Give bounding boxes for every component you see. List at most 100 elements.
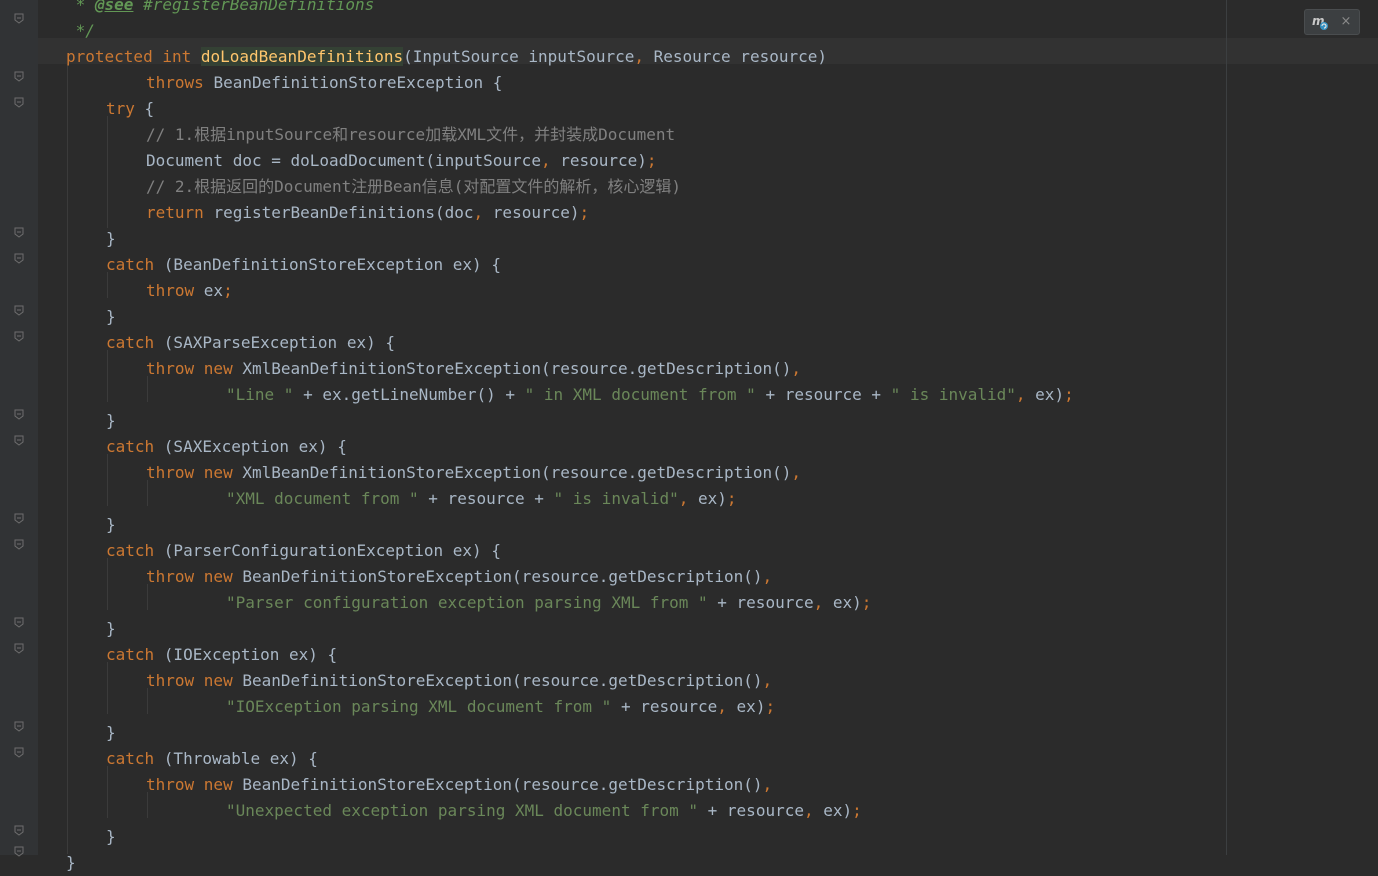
code-line[interactable]: catch (BeanDefinitionStoreException ex) …	[106, 252, 501, 278]
code-token: Document doc = doLoadDocument(inputSourc…	[146, 151, 541, 170]
code-line[interactable]: }	[66, 850, 76, 876]
code-token: catch	[106, 437, 164, 456]
code-token: resource)	[560, 151, 647, 170]
code-line[interactable]: catch (SAXException ex) {	[106, 434, 347, 460]
code-line[interactable]: try {	[106, 96, 154, 122]
maven-reload-icon[interactable]: m	[1311, 13, 1329, 31]
code-line[interactable]: return registerBeanDefinitions(doc, reso…	[146, 200, 589, 226]
fold-marker-icon[interactable]	[14, 71, 24, 82]
code-token: throw new	[146, 359, 243, 378]
fold-marker-icon[interactable]	[14, 747, 24, 758]
code-token: XmlBeanDefinitionStoreException(resource…	[242, 359, 792, 378]
code-token: (Throwable ex) {	[163, 749, 318, 768]
fold-marker-icon[interactable]	[14, 331, 24, 342]
code-line[interactable]: "Line " + ex.getLineNumber() + " in XML …	[226, 382, 1074, 408]
code-token: (ParserConfigurationException ex) {	[163, 541, 501, 560]
code-line[interactable]: * @see #registerBeanDefinitions	[66, 0, 375, 18]
code-token: throw new	[146, 567, 243, 586]
fold-marker-icon[interactable]	[14, 643, 24, 654]
code-token: resource)	[492, 203, 580, 222]
code-token: @see	[94, 0, 134, 14]
code-line[interactable]: }	[106, 408, 116, 434]
code-token: ex)	[823, 801, 853, 820]
code-line[interactable]: }	[106, 304, 116, 330]
code-line[interactable]: "Parser configuration exception parsing …	[226, 590, 871, 616]
code-token: ,	[678, 489, 699, 508]
code-token: ,	[762, 671, 773, 690]
fold-marker-icon[interactable]	[14, 305, 24, 316]
code-line[interactable]: Document doc = doLoadDocument(inputSourc…	[146, 148, 657, 174]
code-line[interactable]: throw ex;	[146, 278, 233, 304]
code-line[interactable]: }	[106, 512, 116, 538]
fold-marker-icon[interactable]	[14, 825, 24, 836]
code-token: throw new	[146, 775, 243, 794]
code-line[interactable]: // 2.根据返回的Document注册Bean信息(对配置文件的解析，核心逻辑…	[146, 174, 681, 200]
code-token: (IOException ex) {	[163, 645, 338, 664]
code-token: catch	[106, 333, 164, 352]
right-margin-guide	[1226, 0, 1227, 855]
code-line[interactable]: */	[66, 18, 95, 44]
code-line[interactable]: protected int doLoadBeanDefinitions(Inpu…	[66, 44, 827, 70]
code-line[interactable]: }	[106, 616, 116, 642]
code-line[interactable]: catch (Throwable ex) {	[106, 746, 318, 772]
code-line[interactable]: throw new BeanDefinitionStoreException(r…	[146, 772, 772, 798]
code-token: }	[106, 619, 116, 638]
code-line[interactable]: throw new BeanDefinitionStoreException(r…	[146, 564, 772, 590]
code-token: ,	[791, 359, 802, 378]
code-token: catch	[106, 645, 164, 664]
indent-guide	[107, 766, 108, 818]
code-token: "Parser configuration exception parsing …	[226, 593, 708, 612]
code-token: ,	[803, 801, 824, 820]
code-line[interactable]: catch (SAXParseException ex) {	[106, 330, 395, 356]
code-token: catch	[106, 749, 164, 768]
code-token: throw new	[146, 463, 243, 482]
code-token: doLoadBeanDefinitions	[200, 47, 404, 66]
code-line[interactable]: }	[106, 824, 116, 850]
code-line[interactable]: throw new XmlBeanDefinitionStoreExceptio…	[146, 460, 801, 486]
code-line[interactable]: "XML document from " + resource + " is i…	[226, 486, 737, 512]
code-line[interactable]: "IOException parsing XML document from "…	[226, 694, 775, 720]
code-token: ,	[762, 567, 773, 586]
code-line[interactable]: throw new BeanDefinitionStoreException(r…	[146, 668, 772, 694]
maven-reload-widget[interactable]: m ×	[1304, 9, 1360, 35]
code-line[interactable]: "Unexpected exception parsing XML docume…	[226, 798, 862, 824]
code-token: catch	[106, 255, 164, 274]
code-token: BeanDefinitionStoreException(resource.ge…	[242, 567, 763, 586]
fold-marker-icon[interactable]	[14, 253, 24, 264]
code-line[interactable]: throws BeanDefinitionStoreException {	[146, 70, 502, 96]
code-line[interactable]: catch (ParserConfigurationException ex) …	[106, 538, 501, 564]
fold-marker-icon[interactable]	[14, 539, 24, 550]
code-token: ,	[473, 203, 493, 222]
code-token: ,	[1015, 385, 1036, 404]
code-line[interactable]: throw new XmlBeanDefinitionStoreExceptio…	[146, 356, 801, 382]
code-token: ;	[579, 203, 590, 222]
code-line[interactable]: }	[106, 720, 116, 746]
code-token: + resource +	[418, 489, 554, 508]
code-token: ,	[762, 775, 773, 794]
code-token: ;	[726, 489, 737, 508]
fold-marker-icon[interactable]	[14, 13, 24, 24]
code-token: }	[106, 229, 116, 248]
code-token: + resource +	[755, 385, 891, 404]
code-token: " is invalid"	[553, 489, 679, 508]
code-line[interactable]: // 1.根据inputSource和resource加载XML文件，并封装成D…	[146, 122, 675, 148]
code-line[interactable]: catch (IOException ex) {	[106, 642, 337, 668]
code-token: ,	[813, 593, 833, 612]
indent-guide	[107, 116, 108, 228]
fold-marker-icon[interactable]	[14, 721, 24, 732]
fold-marker-icon[interactable]	[14, 227, 24, 238]
fold-marker-icon[interactable]	[14, 97, 24, 108]
fold-marker-icon[interactable]	[14, 846, 24, 857]
fold-marker-icon[interactable]	[14, 409, 24, 420]
fold-marker-icon[interactable]	[14, 513, 24, 524]
code-token: ex)	[1035, 385, 1065, 404]
code-line[interactable]: }	[106, 226, 116, 252]
code-token: catch	[106, 541, 164, 560]
code-token: " is invalid"	[890, 385, 1016, 404]
code-token: }	[106, 827, 116, 846]
fold-marker-icon[interactable]	[14, 435, 24, 446]
fold-marker-icon[interactable]	[14, 617, 24, 628]
code-token: */	[66, 21, 95, 40]
close-icon[interactable]: ×	[1339, 13, 1353, 31]
code-token: BeanDefinitionStoreException(resource.ge…	[242, 775, 763, 794]
